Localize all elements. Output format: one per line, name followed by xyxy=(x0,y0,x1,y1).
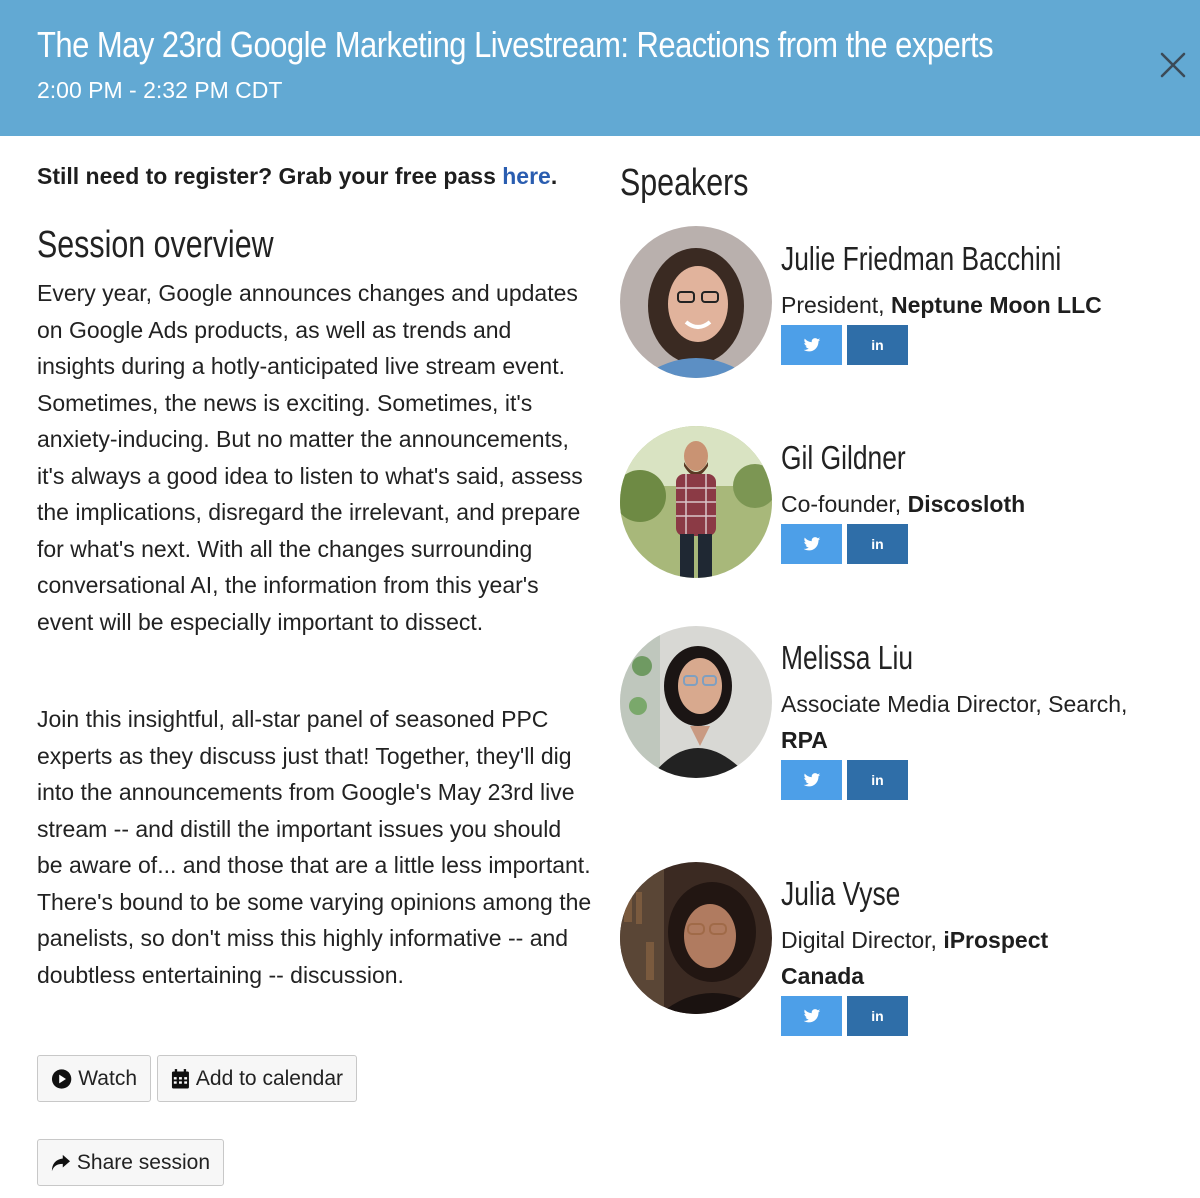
speaker-social-links: in xyxy=(781,325,908,365)
speaker-social-links: in xyxy=(781,760,908,800)
linkedin-icon[interactable]: in xyxy=(847,760,908,800)
speaker-avatar xyxy=(620,626,772,778)
speaker-name: Gil Gildner xyxy=(781,439,906,476)
speaker-role: Co-founder, Discosloth xyxy=(781,491,1026,517)
linkedin-icon[interactable]: in xyxy=(847,325,908,365)
speaker-role: Digital Director, iProspect Canada xyxy=(781,927,1049,989)
speakers-heading: Speakers xyxy=(620,162,749,204)
speaker-name: Julia Vyse xyxy=(781,875,901,912)
overview-heading: Session overview xyxy=(37,224,274,266)
linkedin-icon[interactable]: in xyxy=(847,996,908,1036)
speaker-name: Melissa Liu xyxy=(781,639,914,676)
play-circle-icon xyxy=(51,1068,72,1089)
twitter-icon[interactable] xyxy=(781,760,842,800)
share-session-button[interactable]: Share session xyxy=(37,1139,224,1186)
speaker-company: Discosloth xyxy=(907,491,1026,517)
share-arrow-icon xyxy=(51,1154,71,1171)
speaker-social-links: in xyxy=(781,524,908,564)
overview-paragraph-2: Join this insightful, all-star panel of … xyxy=(37,706,592,988)
speaker-name: Julie Friedman Bacchini xyxy=(781,240,1062,277)
speaker-role: Associate Media Director, Search, RPA xyxy=(781,691,1128,753)
close-icon[interactable] xyxy=(1156,48,1190,82)
linkedin-icon[interactable]: in xyxy=(847,524,908,564)
twitter-icon[interactable] xyxy=(781,325,842,365)
twitter-icon[interactable] xyxy=(781,524,842,564)
twitter-icon[interactable] xyxy=(781,996,842,1036)
speaker-avatar xyxy=(620,426,772,578)
speaker-social-links: in xyxy=(781,996,908,1036)
register-link[interactable]: here xyxy=(502,163,551,189)
overview-paragraph-1: Every year, Google announces changes and… xyxy=(37,280,583,635)
speaker-avatar xyxy=(620,862,772,1014)
modal-header: The May 23rd Google Marketing Livestream… xyxy=(0,0,1200,136)
register-prompt: Still need to register? Grab your free p… xyxy=(37,163,558,189)
session-title: The May 23rd Google Marketing Livestream… xyxy=(37,24,994,65)
calendar-icon xyxy=(171,1068,189,1088)
speaker-role: President, Neptune Moon LLC xyxy=(781,292,1102,318)
speaker-company: RPA xyxy=(781,727,828,753)
watch-button[interactable]: Watch xyxy=(37,1055,151,1102)
add-to-calendar-button[interactable]: Add to calendar xyxy=(157,1055,357,1102)
speaker-avatar xyxy=(620,226,772,378)
speaker-company: Neptune Moon LLC xyxy=(890,292,1102,318)
session-time: 2:00 PM - 2:32 PM CDT xyxy=(37,77,283,103)
